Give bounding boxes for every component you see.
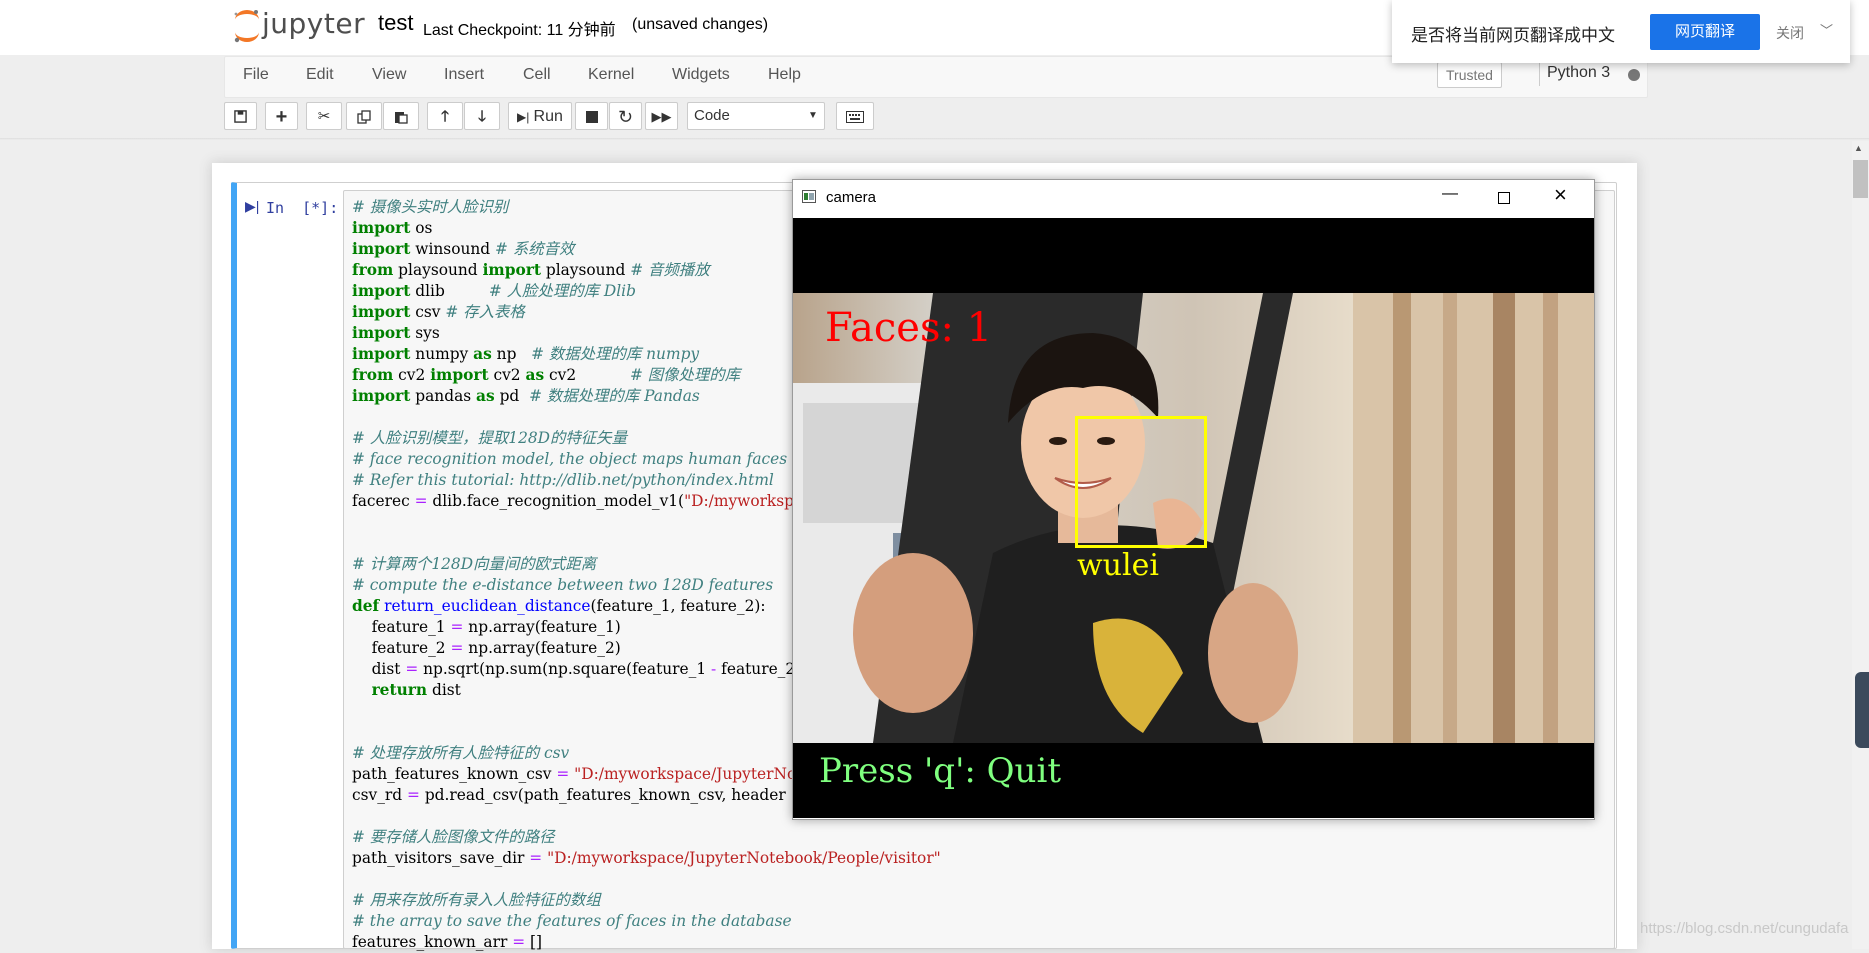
scrollbar-thumb[interactable] xyxy=(1853,160,1868,198)
camera-window-title: camera xyxy=(826,189,877,206)
plus-icon: + xyxy=(275,106,288,128)
code-line: # the array to save the features of face… xyxy=(352,912,792,930)
scroll-up-icon[interactable]: ▲ xyxy=(1854,143,1863,153)
maximize-icon[interactable] xyxy=(1498,192,1510,204)
cell-type-select[interactable]: Code xyxy=(687,102,825,130)
caret-down-icon: ▼ xyxy=(808,110,818,121)
command-palette-button[interactable] xyxy=(836,102,874,130)
jupyter-wordmark: jupyter xyxy=(262,7,366,40)
keyboard-icon xyxy=(846,111,864,123)
translate-message: 是否将当前网页翻译成中文 xyxy=(1411,26,1615,45)
face-name-label: wulei xyxy=(1077,548,1159,583)
interrupt-button[interactable] xyxy=(575,102,608,130)
menu-help[interactable]: Help xyxy=(768,66,801,84)
menu-edit[interactable]: Edit xyxy=(306,66,334,84)
watermark-text: https://blog.csdn.net/cungudafa xyxy=(1640,920,1849,937)
run-button[interactable]: ▶︎| Run xyxy=(508,102,572,130)
translate-close-button[interactable]: 关闭 xyxy=(1776,23,1804,43)
stop-icon xyxy=(585,111,598,123)
cut-button[interactable]: ✂ xyxy=(306,102,342,130)
restart-button[interactable]: ↻ xyxy=(609,102,642,130)
run-button-label: Run xyxy=(533,108,563,125)
menu-kernel[interactable]: Kernel xyxy=(588,66,634,84)
run-icon: ▶︎| xyxy=(517,110,530,124)
paste-icon xyxy=(395,112,408,124)
paste-button[interactable] xyxy=(383,102,419,130)
fast-forward-icon: ▶▶ xyxy=(651,109,672,124)
copy-button[interactable] xyxy=(346,102,382,130)
code-line: path_visitors_save_dir = "D:/myworkspace… xyxy=(352,849,941,867)
restart-icon: ↻ xyxy=(617,107,634,127)
run-indicator-icon: ▶︎| xyxy=(245,198,260,214)
menu-widgets[interactable]: Widgets xyxy=(672,66,730,84)
face-detection-box xyxy=(1075,416,1207,548)
insert-cell-button[interactable]: + xyxy=(265,102,298,130)
menu-view[interactable]: View xyxy=(372,66,406,84)
code-line: # 要存储人脸图像文件的路径 xyxy=(352,828,555,846)
cell-prompt: In [*]: xyxy=(266,199,339,217)
code-line: # 用来存放所有录入人脸特征的数组 xyxy=(352,891,601,909)
toolbar-divider xyxy=(0,138,1869,140)
menu-file[interactable]: File xyxy=(243,66,269,84)
save-button[interactable] xyxy=(224,102,257,130)
move-up-button[interactable]: 🡑 xyxy=(427,102,463,130)
cut-icon: ✂ xyxy=(317,108,331,125)
checkpoint-status: Last Checkpoint: 11 分钟前 xyxy=(423,22,616,39)
chevron-down-icon[interactable]: ﹀ xyxy=(1820,20,1833,39)
menu-cell[interactable]: Cell xyxy=(523,66,551,84)
arrow-down-icon: 🡓 xyxy=(478,108,486,125)
move-down-button[interactable]: 🡓 xyxy=(464,102,500,130)
menu-insert[interactable]: Insert xyxy=(444,66,484,84)
kernel-busy-icon xyxy=(1628,69,1640,81)
code-line: features_known_arr = [] xyxy=(352,933,543,951)
kernel-divider xyxy=(1539,62,1540,86)
translate-page-button[interactable]: 网页翻译 xyxy=(1650,14,1760,50)
save-icon xyxy=(234,110,247,123)
faces-count-overlay: Faces: 1 xyxy=(825,305,993,351)
restart-run-all-button[interactable]: ▶▶ xyxy=(645,102,678,130)
notebook-name[interactable]: test xyxy=(378,10,413,36)
window-app-icon xyxy=(802,190,816,203)
copy-icon xyxy=(357,110,371,124)
autosave-status: (unsaved changes) xyxy=(632,16,769,33)
close-icon[interactable]: × xyxy=(1554,182,1567,208)
page-scrollbar[interactable] xyxy=(1852,141,1869,949)
trusted-indicator[interactable]: Trusted xyxy=(1437,62,1502,88)
kernel-name[interactable]: Python 3 xyxy=(1547,64,1610,82)
quit-hint-overlay: Press 'q': Quit xyxy=(819,751,1061,791)
side-tool-widget[interactable] xyxy=(1855,672,1869,748)
minimize-icon[interactable]: — xyxy=(1440,185,1460,203)
arrow-up-icon: 🡑 xyxy=(441,108,449,125)
